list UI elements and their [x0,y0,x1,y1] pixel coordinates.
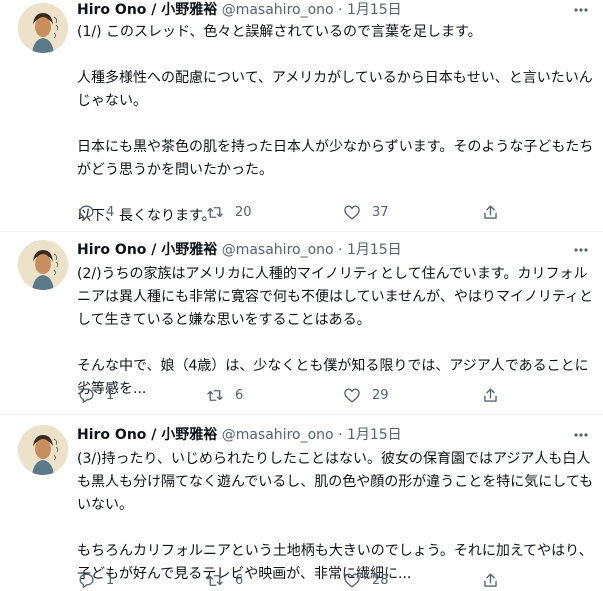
tweet-header: Hiro Ono / 小野雅裕 @masahiro_ono · 1月15日 [77,0,591,20]
share-upload-icon [481,386,500,405]
heart-icon [342,386,362,405]
reply-count: 1 [106,387,115,403]
tweet-text: (1/) このスレッド、色々と誤解されているので言葉を足します。 人種多様性への… [77,21,595,228]
avatar-sketch-icon[interactable] [18,3,68,53]
retweet-count: 6 [235,387,244,403]
author-handle[interactable]: @masahiro_ono [222,2,334,18]
heart-icon [342,203,362,222]
tweet-paragraph: (1/) このスレッド、色々と誤解されているので言葉を足します。 [77,24,482,40]
reply-bubble-icon [77,386,96,405]
tweet-actions: 1 6 28 [77,569,507,591]
tweet-paragraph: 人種多様性への配慮について、アメリカがしているから日本もせい、と言いたいんじゃな… [77,70,593,109]
like-count: 28 [372,572,389,588]
tweet-text: (2/)うちの家族はアメリカに人種的マイノリティとして住んでいます。カリフォルニ… [77,263,595,401]
separator-dot: · [338,242,343,258]
reply-bubble-icon [77,203,96,222]
author-handle[interactable]: @masahiro_ono [222,242,334,258]
retweet-icon [205,386,225,405]
tweet-3[interactable]: Hiro Ono / 小野雅裕 @masahiro_ono · 1月15日 (3… [0,416,603,588]
share-upload-icon [481,571,500,590]
share-button[interactable] [481,569,500,591]
retweet-icon [205,571,225,590]
reply-button[interactable]: 1 [77,384,114,406]
like-count: 37 [372,204,389,220]
tweet-paragraph: (3/)持ったり、いじめられたりしたことはない。彼女の保育園ではアジア人も白人も… [77,451,594,513]
share-upload-icon [481,203,500,222]
tweet-date[interactable]: 1月15日 [347,2,402,18]
reply-count: 1 [106,572,115,588]
reply-button[interactable]: 1 [77,569,114,591]
retweet-button[interactable]: 20 [205,201,252,223]
more-dots-icon[interactable] [571,425,591,445]
heart-icon [342,571,362,590]
retweet-count: 20 [235,204,252,220]
author-name[interactable]: Hiro Ono / 小野雅裕 [77,242,217,258]
like-count: 29 [372,387,389,403]
tweet-paragraph: (2/)うちの家族はアメリカに人種的マイノリティとして住んでいます。カリフォルニ… [77,266,594,328]
retweet-button[interactable]: 6 [205,384,243,406]
share-button[interactable] [481,201,500,223]
retweet-count: 6 [235,572,244,588]
tweet-date[interactable]: 1月15日 [347,427,402,443]
tweet-2[interactable]: Hiro Ono / 小野雅裕 @masahiro_ono · 1月15日 (2… [0,233,603,415]
more-dots-icon[interactable] [571,240,591,260]
author-name[interactable]: Hiro Ono / 小野雅裕 [77,2,217,18]
author-handle[interactable]: @masahiro_ono [222,427,334,443]
tweet-header: Hiro Ono / 小野雅裕 @masahiro_ono · 1月15日 [77,240,591,260]
like-button[interactable]: 28 [342,569,389,591]
tweet-actions: 4 20 37 [77,201,507,223]
author-name[interactable]: Hiro Ono / 小野雅裕 [77,427,217,443]
separator-dot: · [338,2,343,18]
retweet-button[interactable]: 6 [205,569,243,591]
avatar-sketch-icon[interactable] [18,240,68,290]
reply-count: 4 [106,204,115,220]
tweet-actions: 1 6 29 [77,384,507,406]
reply-button[interactable]: 4 [77,201,114,223]
share-button[interactable] [481,384,500,406]
retweet-icon [205,203,225,222]
like-button[interactable]: 29 [342,384,389,406]
tweet-header: Hiro Ono / 小野雅裕 @masahiro_ono · 1月15日 [77,425,591,445]
avatar-sketch-icon[interactable] [18,425,68,475]
tweet-paragraph: 日本にも黒や茶色の肌を持った日本人が少なからずいます。そのような子どもたちがどう… [77,139,594,178]
more-dots-icon[interactable] [571,0,591,20]
reply-bubble-icon [77,571,96,590]
separator-dot: · [338,427,343,443]
like-button[interactable]: 37 [342,201,389,223]
tweet-text: (3/)持ったり、いじめられたりしたことはない。彼女の保育園ではアジア人も白人も… [77,448,595,586]
tweet-1[interactable]: Hiro Ono / 小野雅裕 @masahiro_ono · 1月15日 (1… [0,0,603,232]
tweet-date[interactable]: 1月15日 [347,242,402,258]
